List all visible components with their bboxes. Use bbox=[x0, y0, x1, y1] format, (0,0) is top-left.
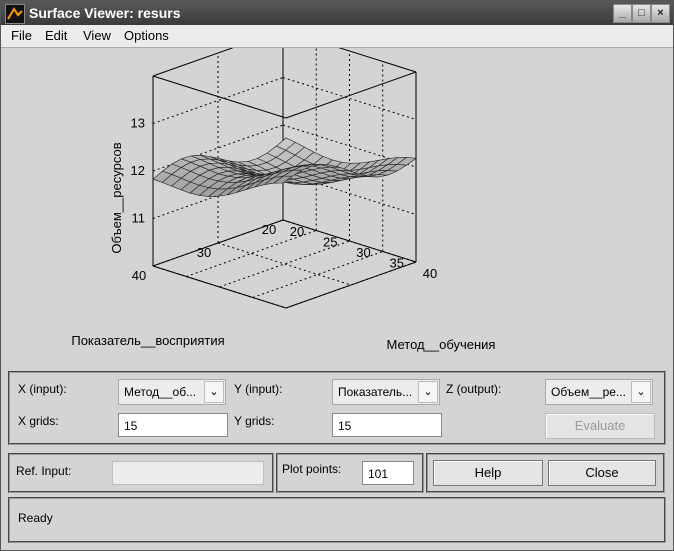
title-bar: Surface Viewer: resurs _ □ × bbox=[1, 1, 673, 25]
x-grids-value: 15 bbox=[124, 419, 138, 433]
y-grids-label: Y grids: bbox=[234, 414, 275, 428]
menu-view[interactable]: View bbox=[83, 28, 111, 43]
x-tick-label: 25 bbox=[323, 235, 337, 250]
matlab-icon bbox=[5, 4, 25, 24]
z-output-label: Z (output): bbox=[446, 382, 502, 396]
minimize-icon[interactable]: _ bbox=[613, 4, 632, 23]
plot-points-panel: Plot points: 101 bbox=[276, 453, 424, 493]
y-grids-input[interactable]: 15 bbox=[332, 413, 442, 437]
box-top-front bbox=[152, 75, 287, 119]
x-tick-label: 40 bbox=[423, 266, 437, 281]
x-grids-label: X grids: bbox=[18, 414, 59, 428]
x-tick-label: 30 bbox=[356, 245, 370, 260]
y-input-value: Показатель... bbox=[338, 385, 413, 399]
chevron-down-icon: ⌄ bbox=[418, 381, 438, 403]
z-output-value: Объем__ре... bbox=[551, 385, 626, 399]
menu-bar: File Edit View Options bbox=[1, 25, 673, 48]
grid-z-back-2 bbox=[282, 77, 417, 120]
x-input-value: Метод__об... bbox=[124, 385, 197, 399]
status-panel: Ready bbox=[8, 497, 666, 543]
y-tick-label: 40 bbox=[132, 268, 146, 283]
help-button[interactable]: Help bbox=[433, 460, 543, 486]
close-button[interactable]: Close bbox=[548, 460, 656, 486]
plot-area[interactable]: 11 12 13 20 25 30 35 40 20 30 40 Объем__ресурсов Пок… bbox=[3, 48, 671, 366]
surface-plot[interactable]: 11 12 13 20 25 30 35 40 20 30 40 Объем__ресурсов Пок… bbox=[3, 48, 671, 366]
maximize-icon[interactable]: □ bbox=[632, 4, 651, 23]
y-tick-label: 30 bbox=[197, 245, 211, 260]
menu-edit[interactable]: Edit bbox=[45, 28, 67, 43]
y-input-label: Y (input): bbox=[234, 382, 283, 396]
menu-options[interactable]: Options bbox=[124, 28, 169, 43]
z-tick-label: 12 bbox=[131, 163, 145, 178]
ref-input-field[interactable] bbox=[112, 461, 264, 485]
y-tick-label: 20 bbox=[262, 222, 276, 237]
z-output-select[interactable]: Объем__ре... ⌄ bbox=[545, 379, 653, 405]
x-tick-label: 20 bbox=[290, 224, 304, 239]
y-input-select[interactable]: Показатель... ⌄ bbox=[332, 379, 440, 405]
menu-file[interactable]: File bbox=[11, 28, 32, 43]
y-axis-label: Показатель__восприятия bbox=[71, 333, 224, 348]
plot-points-input[interactable]: 101 bbox=[362, 461, 414, 485]
chevron-down-icon: ⌄ bbox=[631, 381, 651, 403]
x-input-select[interactable]: Метод__об... ⌄ bbox=[118, 379, 226, 405]
x-input-label: X (input): bbox=[18, 382, 67, 396]
plot-points-label: Plot points: bbox=[282, 462, 342, 476]
close-icon[interactable]: × bbox=[651, 4, 670, 23]
evaluate-button[interactable]: Evaluate bbox=[545, 413, 655, 439]
x-tick-label: 35 bbox=[390, 256, 404, 271]
z-tick-label: 13 bbox=[131, 116, 145, 131]
buttons-panel: Help Close bbox=[426, 453, 665, 493]
x-grids-input[interactable]: 15 bbox=[118, 413, 228, 437]
x-axis-label: Метод__обучения bbox=[387, 337, 496, 352]
chevron-down-icon: ⌄ bbox=[204, 381, 224, 403]
ref-input-panel: Ref. Input: bbox=[8, 453, 274, 493]
y-grids-value: 15 bbox=[338, 419, 352, 433]
plot-points-value: 101 bbox=[368, 467, 389, 481]
io-panel: X (input): Метод__об... ⌄ Y (input): Пок… bbox=[8, 371, 666, 445]
z-tick-label: 11 bbox=[132, 211, 146, 226]
window-title: Surface Viewer: resurs bbox=[29, 5, 181, 21]
z-axis-label: Объем__ресурсов bbox=[109, 142, 124, 253]
status-text: Ready bbox=[18, 511, 53, 525]
box-top-right bbox=[285, 71, 417, 119]
matlab-logo-graphic bbox=[7, 7, 23, 20]
ref-input-label: Ref. Input: bbox=[16, 464, 72, 478]
surface-viewer-window: Surface Viewer: resurs _ □ × File Edit V… bbox=[0, 0, 674, 551]
